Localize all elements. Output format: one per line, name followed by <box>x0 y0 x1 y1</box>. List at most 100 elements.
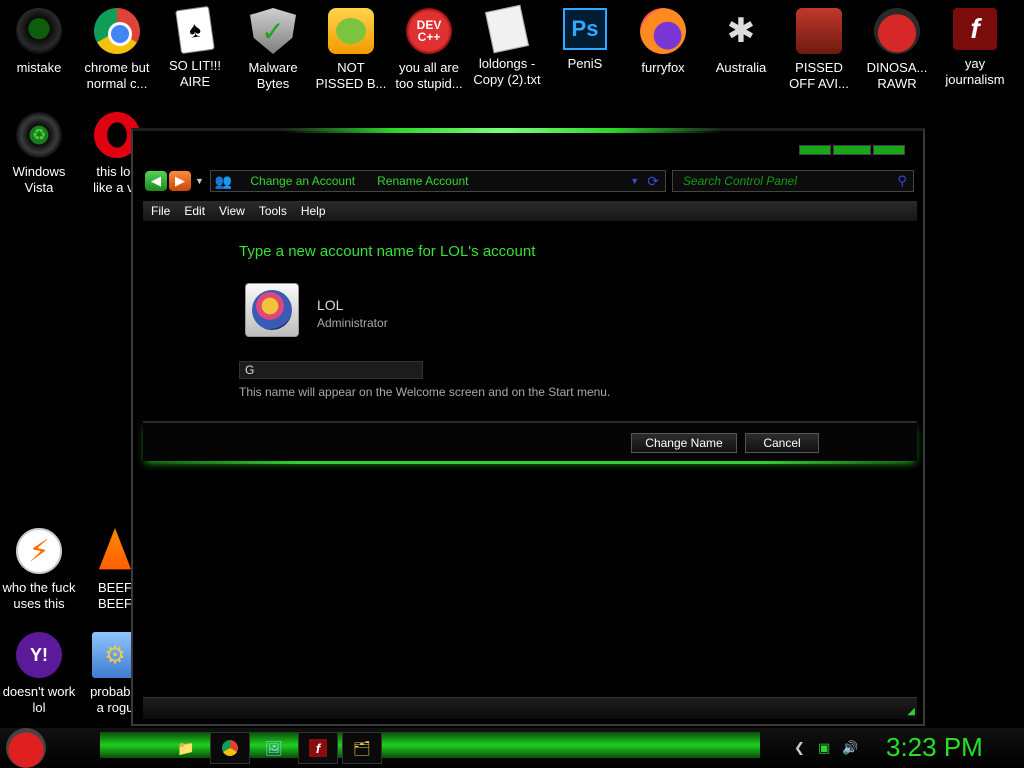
desktop-icon-label: you all are too stupid... <box>395 60 463 91</box>
desktop-icon-photoshop[interactable]: Ps PeniS <box>546 8 624 72</box>
taskbar-flash-button[interactable]: f <box>298 732 338 764</box>
taskbar-control-panel-button[interactable]: 🗂 <box>342 732 382 764</box>
search-icon[interactable]: ⚲ <box>897 173 907 189</box>
desktop-icon-yahoo[interactable]: Y! doesn't work lol <box>0 632 78 716</box>
desktop-icon-malwarebytes[interactable]: ✓ Malware Bytes <box>234 8 312 92</box>
name-hint-text: This name will appear on the Welcome scr… <box>239 385 611 399</box>
cancel-button[interactable]: Cancel <box>745 433 819 453</box>
desktop-icon-spider-solitaire[interactable]: ✱ Australia <box>702 8 780 76</box>
desktop-icon-firefox[interactable]: furryfox <box>624 8 702 76</box>
start-button[interactable] <box>6 728 46 768</box>
network-icon[interactable]: ▣ <box>818 740 830 756</box>
flash-icon: f <box>953 8 997 50</box>
breadcrumb-change-account[interactable]: Change an Account <box>250 174 355 188</box>
desktop-icon-label: Malware Bytes <box>248 60 298 91</box>
desktop-icon-label: doesn't work lol <box>2 684 76 715</box>
show-hidden-icons-icon[interactable]: ❮ <box>794 740 805 756</box>
refresh-icon[interactable]: ⟳ <box>647 173 659 190</box>
desktop-icon-solitaire[interactable]: ♠ SO LIT!!! AIRE <box>156 5 234 90</box>
account-picture-icon <box>252 290 292 330</box>
caption-buttons <box>799 145 905 155</box>
desktop-icon-bad-piggies[interactable]: NOT PISSED B... <box>312 8 390 92</box>
maximize-button[interactable] <box>833 145 871 155</box>
command-bar: Change Name Cancel <box>143 421 917 464</box>
breadcrumb-rename-account[interactable]: Rename Account <box>377 174 468 188</box>
menu-file[interactable]: File <box>151 204 170 218</box>
green-orb-icon <box>16 8 62 54</box>
address-dropdown-icon[interactable]: ▼ <box>630 176 639 186</box>
desktop-icon-label: NOT PISSED B... <box>315 60 387 91</box>
rename-account-window: ◀ ▶ ▼ 👥 Change an Account Rename Account… <box>131 128 925 726</box>
spider-solitaire-icon: ✱ <box>726 12 756 50</box>
desktop-icon-label: PeniS <box>567 56 603 71</box>
menu-help[interactable]: Help <box>301 204 326 218</box>
control-panel-icon: 🗂 <box>353 739 371 756</box>
desktop-icon-mistake[interactable]: mistake <box>0 8 78 76</box>
forward-arrow-icon[interactable]: ▶ <box>169 171 191 191</box>
desktop-icon-label: chrome but normal c... <box>84 60 150 91</box>
firefox-icon <box>640 8 686 54</box>
window-top-glow <box>283 128 723 133</box>
menu-edit[interactable]: Edit <box>184 204 205 218</box>
desktop-icon-flash[interactable]: f yay journalism <box>936 8 1014 88</box>
navigation-bar: ◀ ▶ ▼ 👥 Change an Account Rename Account… <box>145 169 915 193</box>
recycle-bin-icon: ♻ <box>16 112 62 158</box>
search-placeholder: Search Control Panel <box>682 174 797 188</box>
status-bar: ◢ <box>143 697 917 719</box>
desktop-icon-text-file[interactable]: loldongs - Copy (2).txt <box>468 4 546 88</box>
back-arrow-icon[interactable]: ◀ <box>145 171 167 191</box>
shield-check-icon: ✓ <box>250 8 296 54</box>
desktop-icon-label: yay journalism <box>945 56 1005 87</box>
volume-icon[interactable]: 🔊 <box>842 740 858 756</box>
folder-icon: 📁 <box>177 739 195 756</box>
text-file-icon <box>485 4 529 54</box>
desktop-icon-label: DINOSA... RAWR <box>866 60 928 91</box>
desktop-icon-dev-cpp[interactable]: DEV C++ you all are too stupid... <box>390 8 468 92</box>
search-box[interactable]: Search Control Panel ⚲ <box>671 170 914 192</box>
desktop-icon-label: furryfox <box>641 60 685 75</box>
new-account-name-input[interactable] <box>239 361 423 379</box>
desktop-icon-label: loldongs - Copy (2).txt <box>473 56 541 87</box>
desktop-icon-bolt[interactable]: ⚡ who the fuck uses this <box>0 528 78 612</box>
menu-bar: File Edit View Tools Help <box>143 201 917 221</box>
account-role: Administrator <box>317 316 388 330</box>
change-name-button[interactable]: Change Name <box>631 433 737 453</box>
desktop-icon-label: Australia <box>715 60 767 75</box>
angry-birds-seasons-icon <box>796 8 842 54</box>
paint-icon: 🖼 <box>265 739 283 756</box>
desktop-icon-angry-birds[interactable]: DINOSA... RAWR <box>858 8 936 92</box>
photoshop-icon: Ps <box>563 8 607 50</box>
chrome-icon <box>94 8 140 54</box>
resize-grip-icon[interactable]: ◢ <box>907 706 915 717</box>
minimize-button[interactable] <box>799 145 831 155</box>
menu-view[interactable]: View <box>219 204 245 218</box>
page-title: Type a new account name for LOL's accoun… <box>239 243 536 260</box>
desktop-icon-label: Windows Vista <box>12 164 66 195</box>
desktop-icon-recycle-bin[interactable]: ♻ Windows Vista <box>0 112 78 196</box>
taskbar-clock[interactable]: 3:23 PM <box>886 732 983 763</box>
user-accounts-icon: 👥 <box>214 172 233 189</box>
address-bar[interactable]: 👥 Change an Account Rename Account ▼ ⟳ <box>209 170 666 192</box>
account-name: LOL <box>317 297 344 313</box>
flash-icon: f <box>309 739 327 757</box>
close-button[interactable] <box>873 145 905 155</box>
playing-card-icon: ♠ <box>175 5 215 55</box>
avatar <box>245 283 299 337</box>
desktop-icon-label: mistake <box>16 60 62 75</box>
menu-tools[interactable]: Tools <box>259 204 287 218</box>
dev-cpp-icon: DEV C++ <box>406 8 452 54</box>
bolt-icon: ⚡ <box>16 528 62 574</box>
chrome-icon <box>222 740 238 756</box>
desktop-icon-label: who the fuck uses this <box>2 580 76 611</box>
command-bar-glow <box>143 461 917 464</box>
history-dropdown-icon[interactable]: ▼ <box>195 176 204 186</box>
taskbar: 📁 🖼 f 🗂 ❮ ▣ 🔊 3:23 PM <box>0 728 1024 768</box>
taskbar-chrome-button[interactable] <box>210 732 250 764</box>
desktop-icon-angry-birds-seasons[interactable]: PISSED OFF AVI... <box>780 8 858 92</box>
green-pig-icon <box>328 8 374 54</box>
angry-bird-icon <box>874 8 920 54</box>
taskbar-explorer-button[interactable]: 📁 <box>166 732 206 764</box>
yahoo-messenger-icon: Y! <box>16 632 62 678</box>
taskbar-paint-button[interactable]: 🖼 <box>254 732 294 764</box>
desktop-icon-chrome[interactable]: chrome but normal c... <box>78 8 156 92</box>
